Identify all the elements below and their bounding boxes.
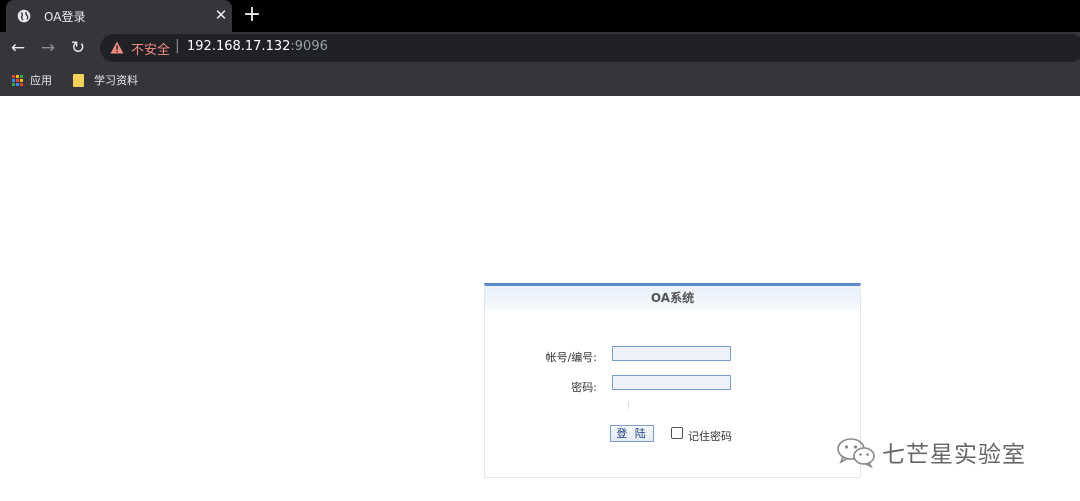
password-input[interactable] [612,375,731,390]
folder-icon [73,73,84,87]
password-label: 密码: [571,381,597,394]
forward-icon[interactable]: → [38,38,58,58]
wechat-logo-icon [837,438,875,468]
new-tab-button[interactable]: + [240,3,264,27]
login-panel: OA系统 帐号/编号: 密码: 登 陆 记住密码 [484,283,861,478]
bookmark-apps[interactable]: 应用 [12,71,52,89]
account-input[interactable] [612,346,731,361]
apps-grid-icon [12,74,23,86]
warning-icon[interactable] [110,41,124,54]
remember-label[interactable]: 记住密码 [688,428,732,444]
close-tab-icon[interactable]: ✕ [212,6,230,24]
browser-toolbar: ← → ↻ 不安全 | 192.168.17.132:9096 [0,32,1080,64]
login-title: OA系统 [485,286,860,310]
address-bar[interactable]: 不安全 | 192.168.17.132:9096 [100,34,1080,62]
tab-title: OA登录 [44,10,86,24]
login-button[interactable]: 登 陆 [610,425,654,442]
reload-icon[interactable]: ↻ [68,38,88,58]
omnibox-separator: | [175,38,180,54]
bookmark-folder-label: 学习资料 [94,74,138,87]
watermark-text: 七芒星实验室 [882,442,1026,468]
back-icon[interactable]: ← [8,38,28,58]
bookmark-apps-label: 应用 [30,74,52,87]
account-label: 帐号/编号: [545,351,597,364]
url-text[interactable]: 192.168.17.132:9096 [187,39,328,54]
divider-mark [628,402,629,409]
insecure-label[interactable]: 不安全 [131,39,170,58]
remember-checkbox[interactable] [671,427,683,439]
bookmarks-bar: 应用 学习资料 [0,64,1080,96]
tab-strip: OA登录 ✕ + [0,0,1080,32]
url-port: :9096 [290,39,328,54]
url-host: 192.168.17.132 [187,39,291,54]
watermark: 七芒星实验室 [836,435,1026,469]
tab-active[interactable]: OA登录 ✕ [6,0,232,32]
globe-icon [17,9,31,23]
bookmark-folder[interactable]: 学习资料 [73,71,138,89]
